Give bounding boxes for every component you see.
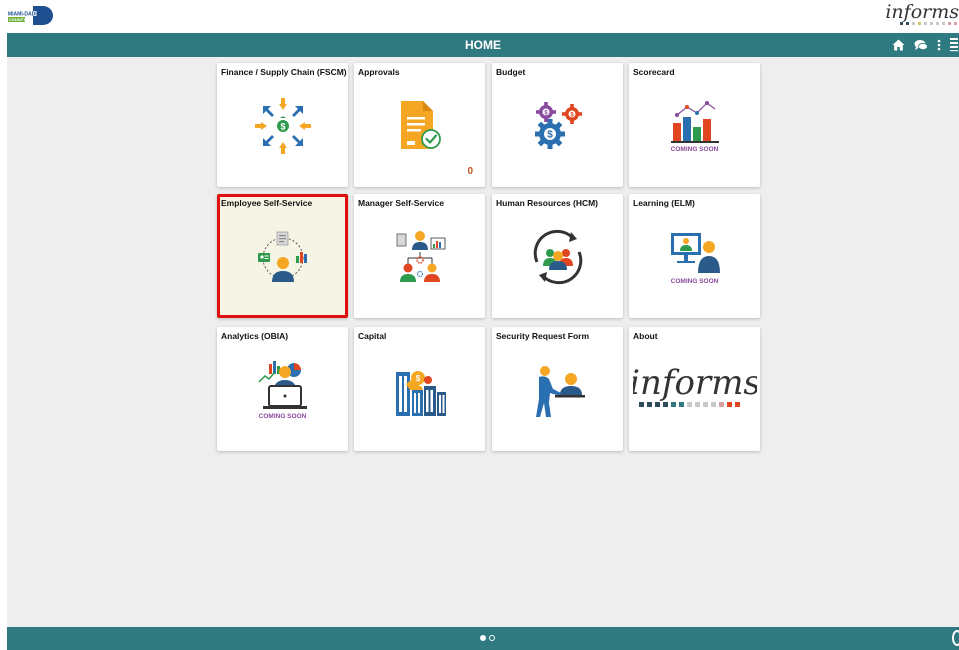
brand-bar: MIAMI-DADE COUNTY informs: [0, 0, 959, 31]
finance-arrows-icon: $: [217, 81, 348, 171]
tile-security-request-form[interactable]: Security Request Form: [492, 327, 623, 451]
tile-title: Manager Self-Service: [358, 198, 444, 208]
tile-title: Security Request Form: [496, 331, 590, 341]
tile-analytics[interactable]: Analytics (OBIA) COMING SOON: [217, 327, 348, 451]
presentation-screen-icon: COMING SOON: [629, 212, 760, 302]
svg-text:informs: informs: [633, 363, 757, 403]
tile-human-resources[interactable]: Human Resources (HCM): [492, 194, 623, 318]
app-window: MIAMI-DADE COUNTY informs HOME Finance /…: [0, 0, 959, 650]
tile-title: Finance / Supply Chain (FSCM): [221, 67, 347, 77]
tile-title: About: [633, 331, 658, 341]
analytics-laptop-icon: COMING SOON: [217, 345, 348, 435]
tile-scorecard[interactable]: Scorecard COMING SOON: [629, 63, 760, 187]
tile-manager-self-service[interactable]: Manager Self-Service: [354, 194, 485, 318]
page-title: HOME: [465, 38, 501, 52]
tile-learning[interactable]: Learning (ELM) COMING SOON: [629, 194, 760, 318]
vertical-dots-icon[interactable]: [937, 33, 941, 57]
tile-budget[interactable]: Budget $ $ $: [492, 63, 623, 187]
coming-soon-badge: COMING SOON: [670, 146, 719, 153]
approvals-count: 0: [467, 166, 473, 177]
manager-org-chart-icon: [354, 212, 485, 302]
tile-about[interactable]: About informs: [629, 327, 760, 451]
service-desk-icon: [492, 345, 623, 435]
homepage-tile-grid: Finance / Supply Chain (FSCM) $ Approval…: [7, 57, 959, 627]
tile-employee-self-service[interactable]: Employee Self-Service: [217, 194, 348, 318]
tile-title: Employee Self-Service: [221, 198, 313, 208]
tile-title: Human Resources (HCM): [496, 198, 599, 208]
page-footer: [7, 627, 959, 650]
tile-title: Approvals: [358, 67, 400, 77]
tile-title: Analytics (OBIA): [221, 331, 289, 341]
nav-bar-icon[interactable]: [950, 33, 958, 57]
tile-capital[interactable]: Capital $: [354, 327, 485, 451]
home-icon[interactable]: [892, 33, 905, 57]
coming-soon-badge: COMING SOON: [670, 278, 719, 285]
page-dot-1[interactable]: [480, 635, 486, 641]
employee-self-service-icon: [220, 212, 345, 302]
page-header: HOME: [7, 33, 959, 57]
svg-text:$: $: [547, 130, 553, 141]
tile-title: Learning (ELM): [633, 198, 695, 208]
tile-approvals[interactable]: Approvals 0: [354, 63, 485, 187]
footer-corner-icon[interactable]: [952, 630, 959, 646]
coming-soon-badge: COMING SOON: [258, 413, 307, 420]
tile-title: Budget: [496, 67, 526, 77]
svg-text:$: $: [415, 374, 420, 383]
people-cycle-icon: [492, 212, 623, 302]
tile-finance[interactable]: Finance / Supply Chain (FSCM) $: [217, 63, 348, 187]
bar-chart-icon: COMING SOON: [629, 81, 760, 171]
county-logo[interactable]: MIAMI-DADE COUNTY: [7, 6, 55, 25]
tile-title: Scorecard: [633, 67, 675, 77]
chat-bubble-icon[interactable]: [914, 33, 928, 57]
approval-document-icon: [354, 81, 485, 171]
informs-logo-dots: [900, 22, 957, 25]
informs-logo-top: informs: [885, 1, 959, 23]
header-actions: [892, 33, 959, 57]
svg-text:COUNTY: COUNTY: [9, 17, 26, 22]
svg-text:$: $: [280, 122, 285, 132]
page-indicator: [480, 635, 495, 641]
gears-dollar-icon: $ $ $: [492, 81, 623, 171]
tile-title: Capital: [358, 331, 387, 341]
page-dot-2[interactable]: [489, 635, 495, 641]
city-buildings-icon: $: [354, 345, 485, 435]
informs-logo: informs: [629, 345, 760, 435]
